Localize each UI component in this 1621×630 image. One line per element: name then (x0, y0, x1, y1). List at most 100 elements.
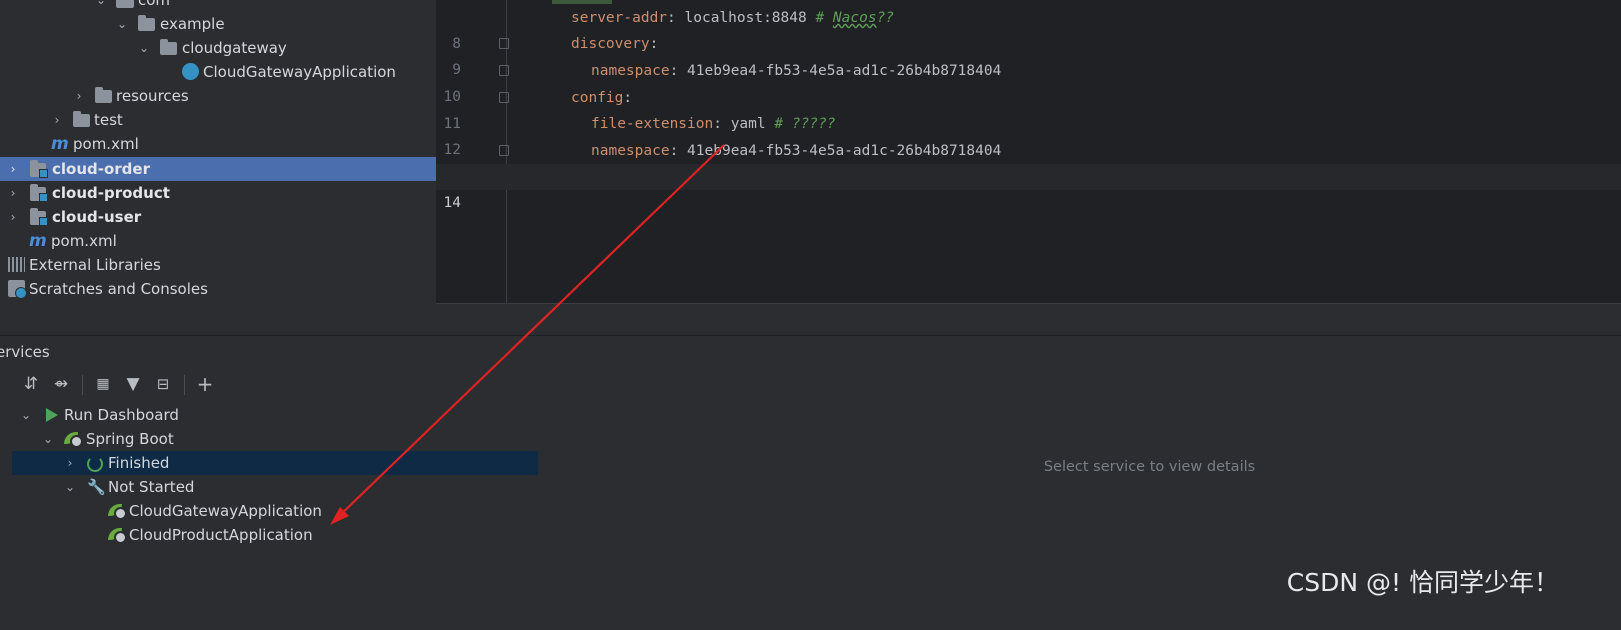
chevron-right-icon[interactable]: › (6, 157, 20, 181)
colon: : (713, 116, 722, 132)
service-cloudgatewayapplication[interactable]: CloudGatewayApplication (12, 499, 538, 523)
fold-icon[interactable] (499, 92, 509, 103)
code-line[interactable]: 13 namespace: 41eb9ea4-fb53-4e5a-ad1c-26… (436, 138, 1621, 185)
finished-node[interactable]: › Finished (12, 451, 538, 475)
project-tool-window: ⌄ com ⌄ example ⌄ cloudgateway CloudGate… (0, 0, 436, 335)
colon: : (667, 10, 676, 26)
package-icon (138, 15, 155, 31)
code-line-current[interactable]: 14 (436, 164, 1621, 211)
module-icon (30, 184, 48, 202)
colon: : (623, 90, 633, 106)
not-started-node[interactable]: ⌄ 🔧 Not Started (12, 475, 538, 499)
spring-boot-icon (64, 431, 83, 448)
service-label: CloudGatewayApplication (129, 502, 322, 520)
collapse-all-icon[interactable]: ⇴ (50, 373, 72, 395)
tree-item-label: pom.xml (51, 232, 117, 250)
tree-item-label: example (160, 15, 225, 33)
code-line[interactable]: 12 file-extension: yaml # ????? (436, 111, 1621, 158)
resources-folder-icon (95, 87, 112, 103)
toolbar-separator (184, 375, 185, 395)
expand-all-icon[interactable]: ⇵ (20, 373, 42, 395)
tree-item-example[interactable]: ⌄ example (0, 12, 436, 36)
package-icon (160, 39, 177, 55)
module-icon (30, 160, 48, 178)
tree-node-label: Run Dashboard (64, 406, 179, 424)
watermark: CSDN @! 恰同学少年！ (1286, 568, 1559, 597)
refresh-icon (87, 456, 105, 472)
yaml-key: discovery (571, 36, 650, 52)
services-toolbar: ⇵ ⇴ ▦ ▼ ⊟ + (12, 367, 538, 403)
tree-item-root-pom-xml[interactable]: m pom.xml (0, 229, 436, 253)
chevron-right-icon[interactable]: › (72, 84, 86, 108)
filter-icon[interactable]: ▼ (122, 373, 144, 395)
chevron-down-icon[interactable]: ⌄ (115, 12, 129, 36)
folder-icon (73, 111, 90, 127)
chevron-down-icon[interactable]: ⌄ (41, 427, 55, 451)
yaml-key: namespace (591, 143, 670, 159)
tree-node-label: Not Started (108, 478, 195, 496)
module-icon (30, 208, 48, 226)
yaml-key: config (571, 90, 624, 106)
tree-item-cloudgateway[interactable]: ⌄ cloudgateway (0, 36, 436, 60)
spring-class-icon (182, 63, 199, 80)
spring-boot-node[interactable]: ⌄ Spring Boot (12, 427, 538, 451)
tree-item-label: CloudGatewayApplication (203, 63, 396, 81)
chevron-down-icon[interactable]: ⌄ (137, 36, 151, 60)
code-line[interactable]: 8 server-addr: localhost:8848 # Nacos?? (436, 5, 1621, 52)
chevron-down-icon[interactable]: ⌄ (19, 403, 33, 427)
tree-item-pom-xml[interactable]: m pom.xml (0, 132, 436, 156)
editor-status-strip (436, 303, 1621, 336)
tree-item-external-libraries[interactable]: External Libraries (0, 253, 436, 277)
chevron-right-icon[interactable]: › (50, 108, 64, 132)
services-tree: ⌄ Run Dashboard ⌄ Spring Boot › Finished… (12, 402, 539, 630)
tree-item-label: resources (116, 87, 189, 105)
tree-item-cloud-product[interactable]: › cloud-product (0, 181, 436, 205)
colon: : (669, 143, 679, 159)
fold-end-icon[interactable] (499, 65, 509, 76)
service-cloudproductapplication[interactable]: CloudProductApplication (12, 523, 538, 547)
tree-item-label: cloud-order (52, 160, 150, 178)
tree-item-cloud-order[interactable]: › cloud-order (0, 157, 436, 181)
spring-boot-icon (108, 503, 127, 520)
services-title: ervices (0, 343, 50, 361)
tree-item-cloud-user[interactable]: › cloud-user (0, 205, 436, 229)
yaml-comment: # Nacos?? (815, 10, 895, 26)
code-line[interactable]: 11 config: (436, 85, 1621, 132)
tree-item-test[interactable]: › test (0, 108, 436, 132)
tree-node-label: Finished (108, 454, 170, 472)
tree-item-label: com (138, 0, 171, 9)
tree-item-com[interactable]: ⌄ com (0, 0, 436, 12)
chevron-right-icon[interactable]: › (6, 181, 20, 205)
group-by-icon[interactable]: ▦ (92, 373, 114, 395)
tree-item-label: cloud-user (52, 208, 142, 226)
details-placeholder: Select service to view details (1043, 459, 1256, 475)
code-editor[interactable]: 8 server-addr: localhost:8848 # Nacos?? … (436, 0, 1621, 303)
code-line[interactable]: 10 namespace: 41eb9ea4-fb53-4e5a-ad1c-26… (436, 58, 1621, 105)
run-dashboard-node[interactable]: ⌄ Run Dashboard (12, 403, 538, 427)
maven-icon: m (51, 134, 69, 154)
code-line[interactable]: 9 discovery: (436, 31, 1621, 78)
line-number: 14 (443, 195, 461, 211)
wrench-icon: 🔧 (87, 478, 106, 496)
chevron-right-icon[interactable]: › (63, 451, 77, 475)
add-icon[interactable]: + (194, 373, 216, 395)
maven-icon: m (29, 231, 47, 251)
new-view-icon[interactable]: ⊟ (152, 373, 174, 395)
spring-boot-icon (108, 527, 127, 544)
tree-item-label: test (94, 111, 123, 129)
tree-item-label: Scratches and Consoles (29, 280, 208, 298)
chevron-right-icon[interactable]: › (6, 205, 20, 229)
tree-item-scratches[interactable]: Scratches and Consoles (0, 277, 436, 301)
scratches-icon (8, 280, 27, 299)
run-icon (46, 408, 64, 424)
services-tool-window-header[interactable]: ervices (0, 335, 1621, 368)
colon: : (649, 36, 659, 52)
tree-item-cloudgatewayapplication[interactable]: CloudGatewayApplication (0, 60, 436, 84)
fold-end-icon[interactable] (499, 145, 509, 156)
fold-icon[interactable] (499, 38, 509, 49)
tree-item-resources[interactable]: › resources (0, 84, 436, 108)
yaml-comment: # ????? (774, 116, 836, 132)
yaml-value: yaml (730, 116, 766, 132)
chevron-down-icon[interactable]: ⌄ (94, 0, 108, 12)
chevron-down-icon[interactable]: ⌄ (63, 475, 77, 499)
